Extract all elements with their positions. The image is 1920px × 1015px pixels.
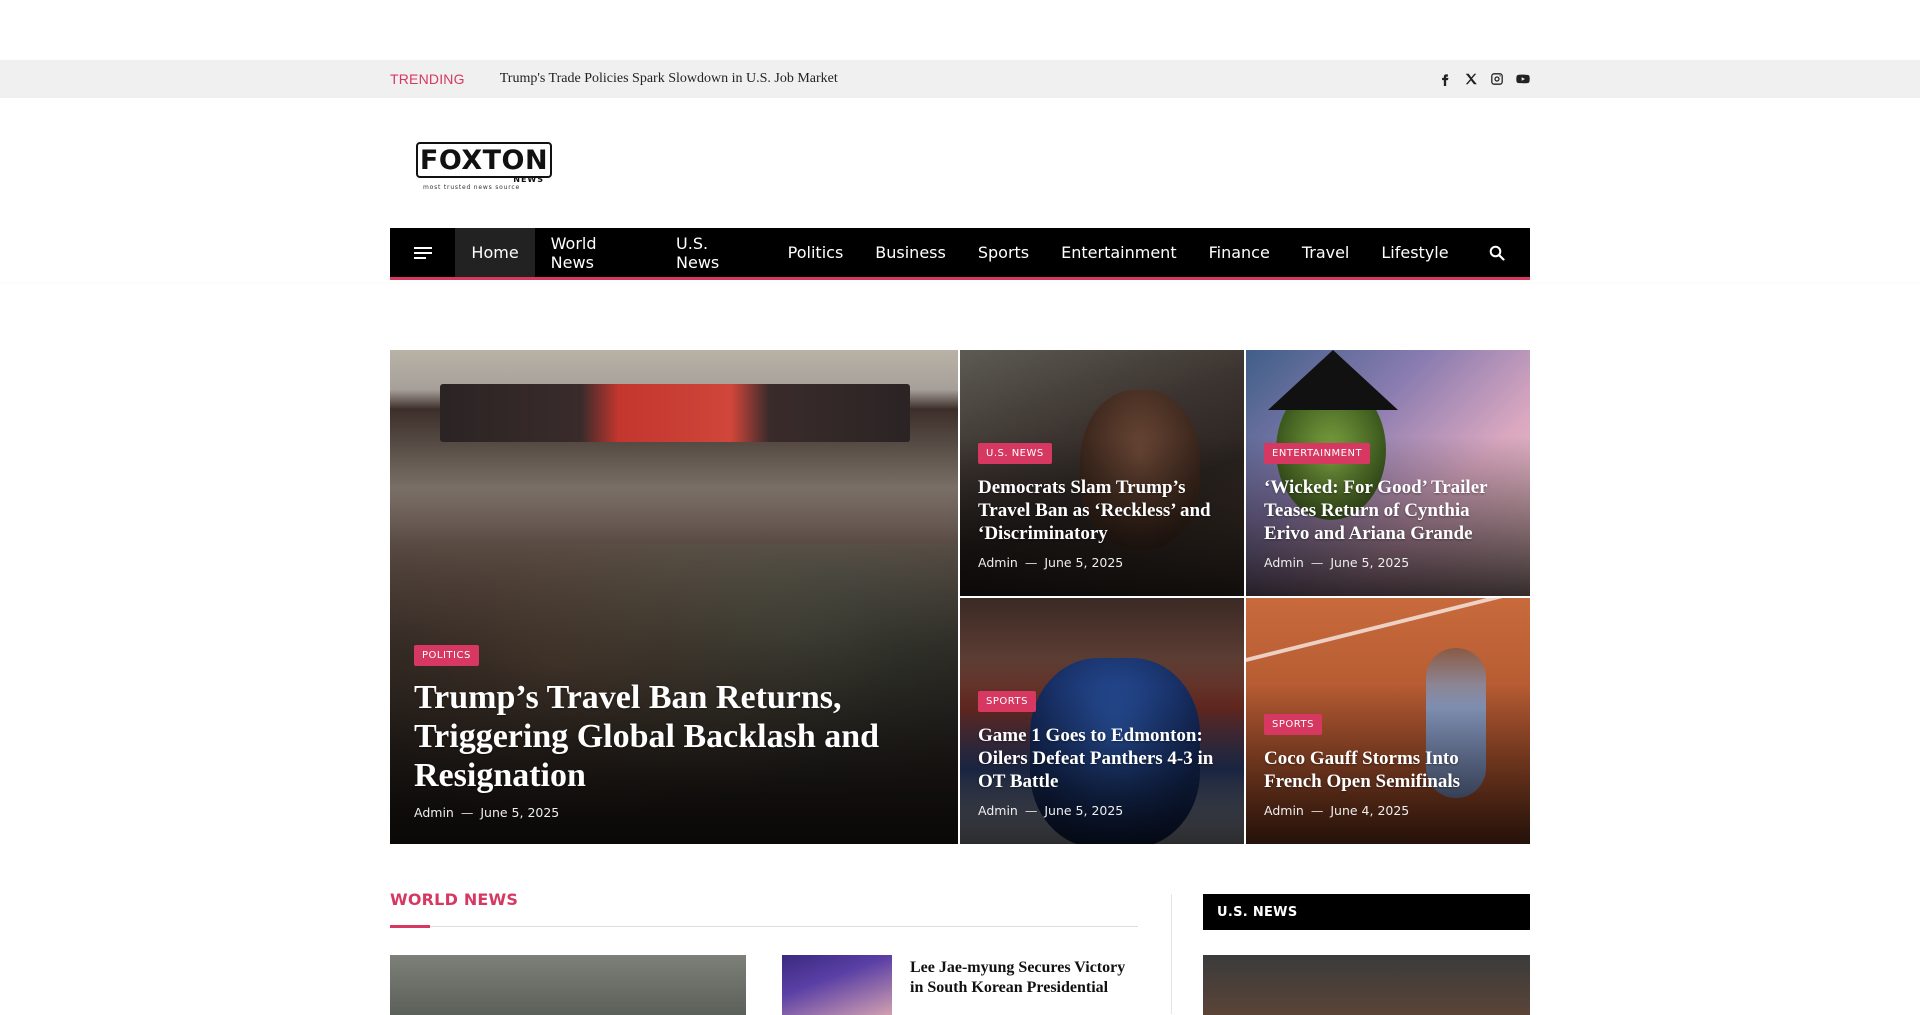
navbar-holder: Home World News U.S. News Politics Busin… — [0, 228, 1920, 280]
category-badge[interactable]: POLITICS — [414, 645, 479, 666]
featured-card-entertainment[interactable]: ENTERTAINMENT ‘Wicked: For Good’ Trailer… — [1246, 350, 1530, 596]
world-news-lead-image[interactable] — [390, 955, 746, 1015]
x-icon[interactable] — [1464, 72, 1478, 86]
category-badge[interactable]: SPORTS — [1264, 714, 1322, 735]
nav-item-sports[interactable]: Sports — [962, 228, 1045, 277]
card-title[interactable]: ‘Wicked: For Good’ Trailer Teases Return… — [1264, 476, 1512, 545]
site-logo[interactable]: FOXTON NEWS most trusted news source — [416, 142, 552, 191]
logo-tagline: most trusted news source — [423, 184, 520, 191]
trending-bar: TRENDING Trump's Trade Policies Spark Sl… — [0, 60, 1920, 98]
us-news-title[interactable]: U.S. NEWS — [1217, 905, 1297, 920]
search-button[interactable] — [1465, 228, 1530, 277]
section-divider-line — [390, 926, 1138, 927]
card-meta: Admin — June 5, 2025 — [414, 805, 940, 820]
card-content: U.S. NEWS Democrats Slam Trump’s Travel … — [978, 443, 1226, 570]
card-title[interactable]: Game 1 Goes to Edmonton: Oilers Defeat P… — [978, 724, 1226, 793]
category-badge[interactable]: ENTERTAINMENT — [1264, 443, 1371, 464]
trending-headline-link[interactable]: Trump's Trade Policies Spark Slowdown in… — [500, 71, 838, 87]
card-meta: Admin — June 5, 2025 — [1264, 555, 1512, 570]
date: June 5, 2025 — [1044, 803, 1124, 818]
card-title[interactable]: Trump’s Travel Ban Returns, Triggering G… — [414, 678, 940, 795]
author[interactable]: Admin — [978, 555, 1018, 570]
featured-card-us-news[interactable]: U.S. NEWS Democrats Slam Trump’s Travel … — [960, 350, 1244, 596]
nav-item-business[interactable]: Business — [859, 228, 962, 277]
card-meta: Admin — June 5, 2025 — [978, 555, 1226, 570]
site-header: FOXTON NEWS most trusted news source — [0, 98, 1920, 228]
us-news-lead-image[interactable] — [1203, 955, 1530, 1015]
card-title[interactable]: Democrats Slam Trump’s Travel Ban as ‘Re… — [978, 476, 1226, 545]
column-divider — [1171, 894, 1172, 1014]
nav-item-home[interactable]: Home — [455, 228, 535, 277]
logo-name: FOXTON — [419, 144, 549, 176]
nav-item-us-news[interactable]: U.S. News — [660, 228, 772, 277]
author[interactable]: Admin — [978, 803, 1018, 818]
date: June 5, 2025 — [1330, 555, 1410, 570]
category-badge[interactable]: SPORTS — [978, 691, 1036, 712]
logo-box: FOXTON — [416, 142, 552, 178]
nav-item-world-news[interactable]: World News — [535, 228, 660, 277]
card-meta: Admin — June 5, 2025 — [978, 803, 1226, 818]
world-news-item-title[interactable]: Lee Jae-myung Secures Victory in South K… — [910, 958, 1138, 998]
world-news-title[interactable]: WORLD NEWS — [390, 890, 518, 909]
date: June 5, 2025 — [1044, 555, 1124, 570]
category-badge[interactable]: U.S. NEWS — [978, 443, 1052, 464]
main-nav: Home World News U.S. News Politics Busin… — [390, 228, 1530, 280]
hamburger-icon — [413, 246, 432, 259]
date: June 4, 2025 — [1330, 803, 1410, 818]
nav-item-entertainment[interactable]: Entertainment — [1045, 228, 1192, 277]
card-meta: Admin — June 4, 2025 — [1264, 803, 1512, 818]
meta-separator: — — [1310, 555, 1324, 570]
card-content: SPORTS Coco Gauff Storms Into French Ope… — [1264, 714, 1512, 818]
nav-shadow — [0, 280, 1920, 281]
world-news-header: WORLD NEWS — [390, 890, 1138, 910]
nav-item-travel[interactable]: Travel — [1286, 228, 1366, 277]
meta-separator: — — [1024, 803, 1038, 818]
author[interactable]: Admin — [414, 805, 454, 820]
card-title[interactable]: Coco Gauff Storms Into French Open Semif… — [1264, 747, 1512, 793]
nav-item-finance[interactable]: Finance — [1193, 228, 1286, 277]
featured-card-sports-oilers[interactable]: SPORTS Game 1 Goes to Edmonton: Oilers D… — [960, 598, 1244, 844]
card-content: ENTERTAINMENT ‘Wicked: For Good’ Trailer… — [1264, 443, 1512, 570]
author[interactable]: Admin — [1264, 803, 1304, 818]
logo-sub: NEWS — [513, 175, 544, 184]
date: June 5, 2025 — [480, 805, 560, 820]
author[interactable]: Admin — [1264, 555, 1304, 570]
meta-separator: — — [1310, 803, 1324, 818]
youtube-icon[interactable] — [1516, 72, 1530, 86]
world-news-item-thumbnail[interactable] — [782, 955, 892, 1015]
section-accent-bar — [390, 925, 430, 928]
nav-item-politics[interactable]: Politics — [772, 228, 860, 277]
facebook-icon[interactable] — [1438, 72, 1452, 86]
trending-label: TRENDING — [390, 71, 465, 87]
meta-separator: — — [1024, 555, 1038, 570]
social-links — [1438, 72, 1530, 86]
card-content: POLITICS Trump’s Travel Ban Returns, Tri… — [414, 645, 940, 820]
nav-item-lifestyle[interactable]: Lifestyle — [1365, 228, 1464, 277]
featured-card-main[interactable]: POLITICS Trump’s Travel Ban Returns, Tri… — [390, 350, 958, 844]
search-icon — [1489, 245, 1505, 261]
featured-card-sports-gauff[interactable]: SPORTS Coco Gauff Storms Into French Ope… — [1246, 598, 1530, 844]
us-news-header: U.S. NEWS — [1203, 894, 1530, 930]
meta-separator: — — [460, 805, 474, 820]
hamburger-menu-button[interactable] — [390, 228, 455, 277]
featured-grid: POLITICS Trump’s Travel Ban Returns, Tri… — [390, 350, 1530, 844]
top-blank-area — [0, 0, 1920, 60]
instagram-icon[interactable] — [1490, 72, 1504, 86]
card-content: SPORTS Game 1 Goes to Edmonton: Oilers D… — [978, 691, 1226, 818]
